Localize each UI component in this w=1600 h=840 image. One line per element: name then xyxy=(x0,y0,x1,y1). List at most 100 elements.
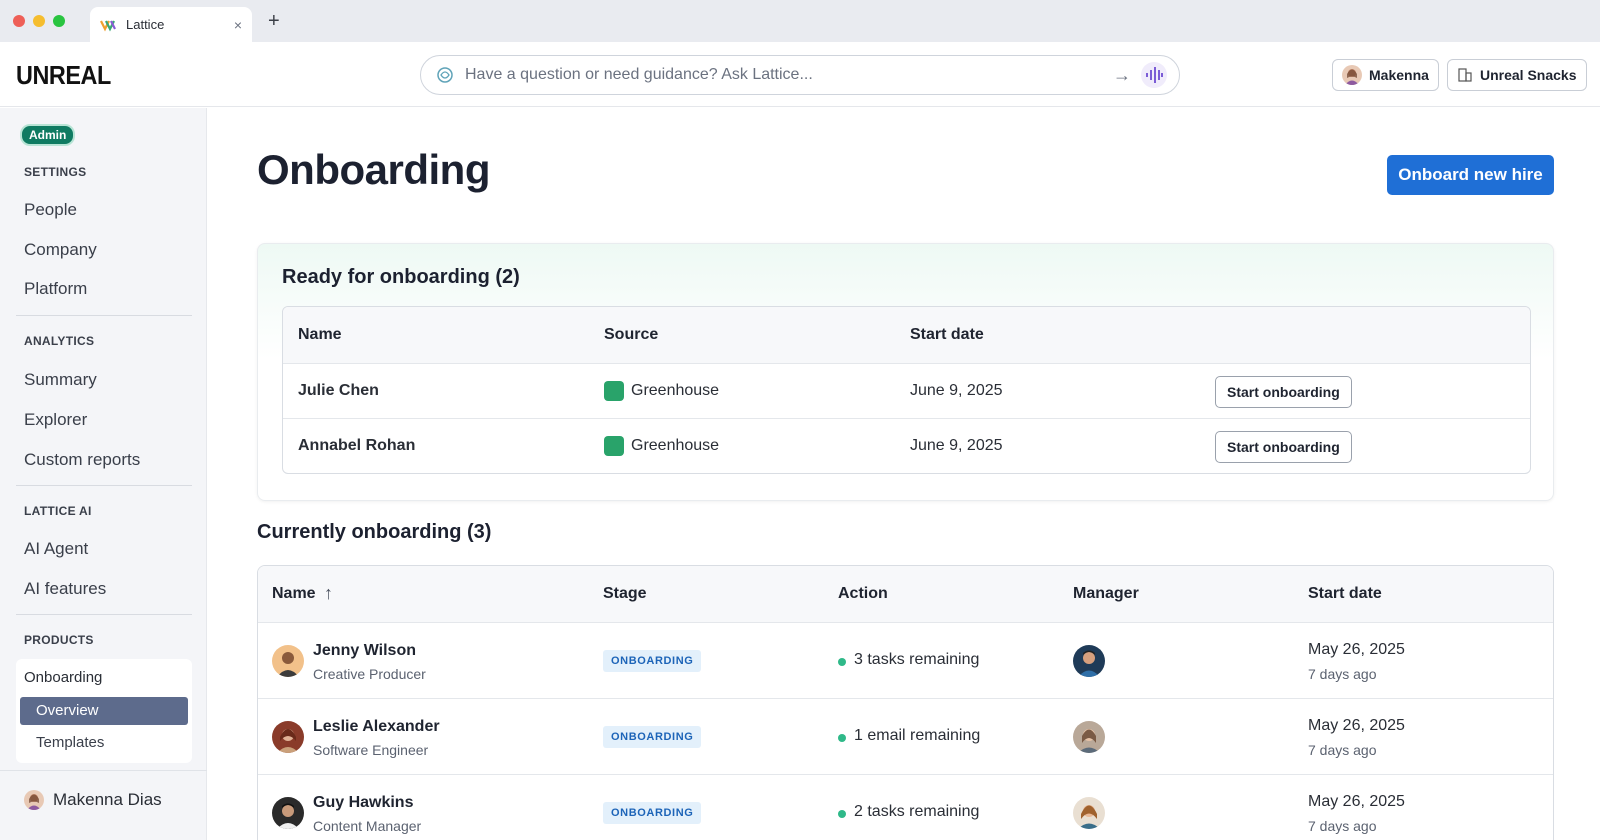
column-header-source[interactable]: Source xyxy=(604,326,658,344)
status-badge: ONBOARDING xyxy=(603,802,702,824)
sidebar-divider xyxy=(16,614,192,615)
start-date: May 26, 2025 xyxy=(1308,793,1405,810)
section-title-lattice-ai: LATTICE AI xyxy=(24,504,92,518)
status-badge: ONBOARDING xyxy=(603,650,702,672)
maximize-window-button[interactable] xyxy=(53,15,65,27)
avatar xyxy=(272,721,304,753)
user-name: Makenna xyxy=(1369,67,1429,83)
manager-avatar[interactable] xyxy=(1073,645,1105,677)
table-row[interactable]: Guy Hawkins Content Manager ONBOARDING 2… xyxy=(258,774,1553,840)
column-header-start-date[interactable]: Start date xyxy=(1308,585,1382,603)
tab-title: Lattice xyxy=(126,17,165,32)
column-header-start-date[interactable]: Start date xyxy=(910,326,984,344)
sidebar-item-ai-agent[interactable]: AI Agent xyxy=(24,539,88,559)
start-onboarding-button[interactable]: Start onboarding xyxy=(1215,431,1352,463)
ask-placeholder: Have a question or need guidance? Ask La… xyxy=(465,66,813,83)
org-switcher-button[interactable]: Unreal Snacks xyxy=(1447,59,1587,91)
action-remaining[interactable]: 3 tasks remaining xyxy=(854,651,979,669)
start-relative: 7 days ago xyxy=(1308,818,1377,834)
table-row: Annabel Rohan Greenhouse June 9, 2025 St… xyxy=(283,418,1530,473)
sidebar-item-overview[interactable]: Overview xyxy=(20,697,188,725)
new-tab-button[interactable]: + xyxy=(268,11,280,31)
manager-avatar[interactable] xyxy=(1073,721,1105,753)
avatar xyxy=(272,797,304,829)
admin-badge: Admin xyxy=(20,124,76,146)
org-name: Unreal Snacks xyxy=(1480,67,1577,83)
employee-role: Creative Producer xyxy=(313,666,426,682)
employee-name[interactable]: Jenny Wilson xyxy=(313,642,416,660)
status-dot-icon xyxy=(838,734,846,742)
status-badge: ONBOARDING xyxy=(603,726,702,748)
browser-tab[interactable]: Lattice × xyxy=(90,7,252,42)
minimize-window-button[interactable] xyxy=(33,15,45,27)
employee-name[interactable]: Leslie Alexander xyxy=(313,718,440,736)
action-remaining[interactable]: 1 email remaining xyxy=(854,727,980,745)
employee-name[interactable]: Guy Hawkins xyxy=(313,794,413,812)
table-header: Name Source Start date xyxy=(283,307,1530,363)
manager-avatar[interactable] xyxy=(1073,797,1105,829)
products-group: Onboarding Overview Templates xyxy=(16,659,192,763)
column-header-stage[interactable]: Stage xyxy=(603,585,647,603)
column-header-name[interactable]: Name xyxy=(298,326,342,344)
greenhouse-icon xyxy=(604,436,624,456)
lattice-logo-icon xyxy=(100,20,116,31)
candidate-name: Annabel Rohan xyxy=(298,437,416,454)
source-label: Greenhouse xyxy=(631,437,720,454)
sidebar-item-onboarding[interactable]: Onboarding xyxy=(24,669,102,686)
sidebar-item-company[interactable]: Company xyxy=(24,240,97,260)
start-onboarding-button[interactable]: Start onboarding xyxy=(1215,376,1352,408)
section-title-products: PRODUCTS xyxy=(24,633,94,647)
source-label: Greenhouse xyxy=(631,382,720,399)
greenhouse-icon xyxy=(604,381,624,401)
sidebar-divider xyxy=(16,485,192,486)
ai-sparkle-icon xyxy=(437,67,453,83)
main-content: Onboard­ing Onboard new hire Ready for o… xyxy=(207,108,1600,840)
building-icon xyxy=(1458,68,1472,82)
ready-for-onboarding-card: Ready for onboarding (2) Name Source Sta… xyxy=(257,243,1554,501)
start-date: June 9, 2025 xyxy=(910,437,1003,454)
ready-card-title: Ready for onboarding (2) xyxy=(282,266,520,288)
section-title-settings: SETTINGS xyxy=(24,165,87,179)
sidebar: Admin SETTINGS People Company Platform A… xyxy=(0,108,207,840)
top-bar: UNREAL Have a question or need guidance?… xyxy=(0,42,1600,107)
sidebar-user-name: Makenna Dias xyxy=(53,790,162,809)
sidebar-item-custom-reports[interactable]: Custom reports xyxy=(24,450,140,470)
company-logo[interactable]: UNREAL xyxy=(16,60,111,91)
table-row[interactable]: Leslie Alexander Software Engineer ONBOA… xyxy=(258,698,1553,775)
sidebar-divider xyxy=(16,315,192,316)
column-header-name[interactable]: Name xyxy=(272,585,316,603)
currently-onboarding-title: Currently onboarding (3) xyxy=(257,521,492,543)
close-tab-icon[interactable]: × xyxy=(234,17,242,33)
start-date: May 26, 2025 xyxy=(1308,641,1405,658)
sidebar-item-platform[interactable]: Platform xyxy=(24,279,87,299)
voice-input-button[interactable] xyxy=(1141,62,1167,88)
sidebar-item-templates[interactable]: Templates xyxy=(36,734,104,751)
onboard-new-hire-button[interactable]: Onboard new hire xyxy=(1387,155,1554,195)
sidebar-item-people[interactable]: People xyxy=(24,200,77,220)
employee-role: Content Manager xyxy=(313,818,422,834)
ready-table: Name Source Start date Julie Chen Greenh… xyxy=(282,306,1531,474)
section-title-analytics: ANALYTICS xyxy=(24,334,95,348)
table-header: Name ↑ Stage Action Manager Start date xyxy=(258,566,1553,622)
user-menu-button[interactable]: Makenna xyxy=(1332,59,1439,91)
user-avatar xyxy=(1342,65,1362,85)
sort-ascending-icon[interactable]: ↑ xyxy=(324,583,333,604)
sidebar-item-summary[interactable]: Summary xyxy=(24,370,97,390)
sidebar-user-profile[interactable]: Makenna Dias xyxy=(24,790,162,810)
ask-lattice-input[interactable]: Have a question or need guidance? Ask La… xyxy=(420,55,1180,95)
currently-onboarding-table: Name ↑ Stage Action Manager Start date J… xyxy=(257,565,1554,840)
employee-role: Software Engineer xyxy=(313,742,429,758)
avatar xyxy=(24,790,44,810)
sidebar-item-explorer[interactable]: Explorer xyxy=(24,410,87,430)
column-header-manager[interactable]: Manager xyxy=(1073,585,1139,603)
sidebar-item-ai-features[interactable]: AI features xyxy=(24,579,106,599)
status-dot-icon xyxy=(838,810,846,818)
column-header-action[interactable]: Action xyxy=(838,585,888,603)
close-window-button[interactable] xyxy=(13,15,25,27)
status-dot-icon xyxy=(838,658,846,666)
submit-arrow-icon[interactable]: → xyxy=(1113,65,1131,86)
page-title: Onboard­ing xyxy=(257,146,490,193)
action-remaining[interactable]: 2 tasks remaining xyxy=(854,803,979,821)
table-row[interactable]: Jenny Wilson Creative Producer ONBOARDIN… xyxy=(258,622,1553,699)
start-date: June 9, 2025 xyxy=(910,382,1003,399)
